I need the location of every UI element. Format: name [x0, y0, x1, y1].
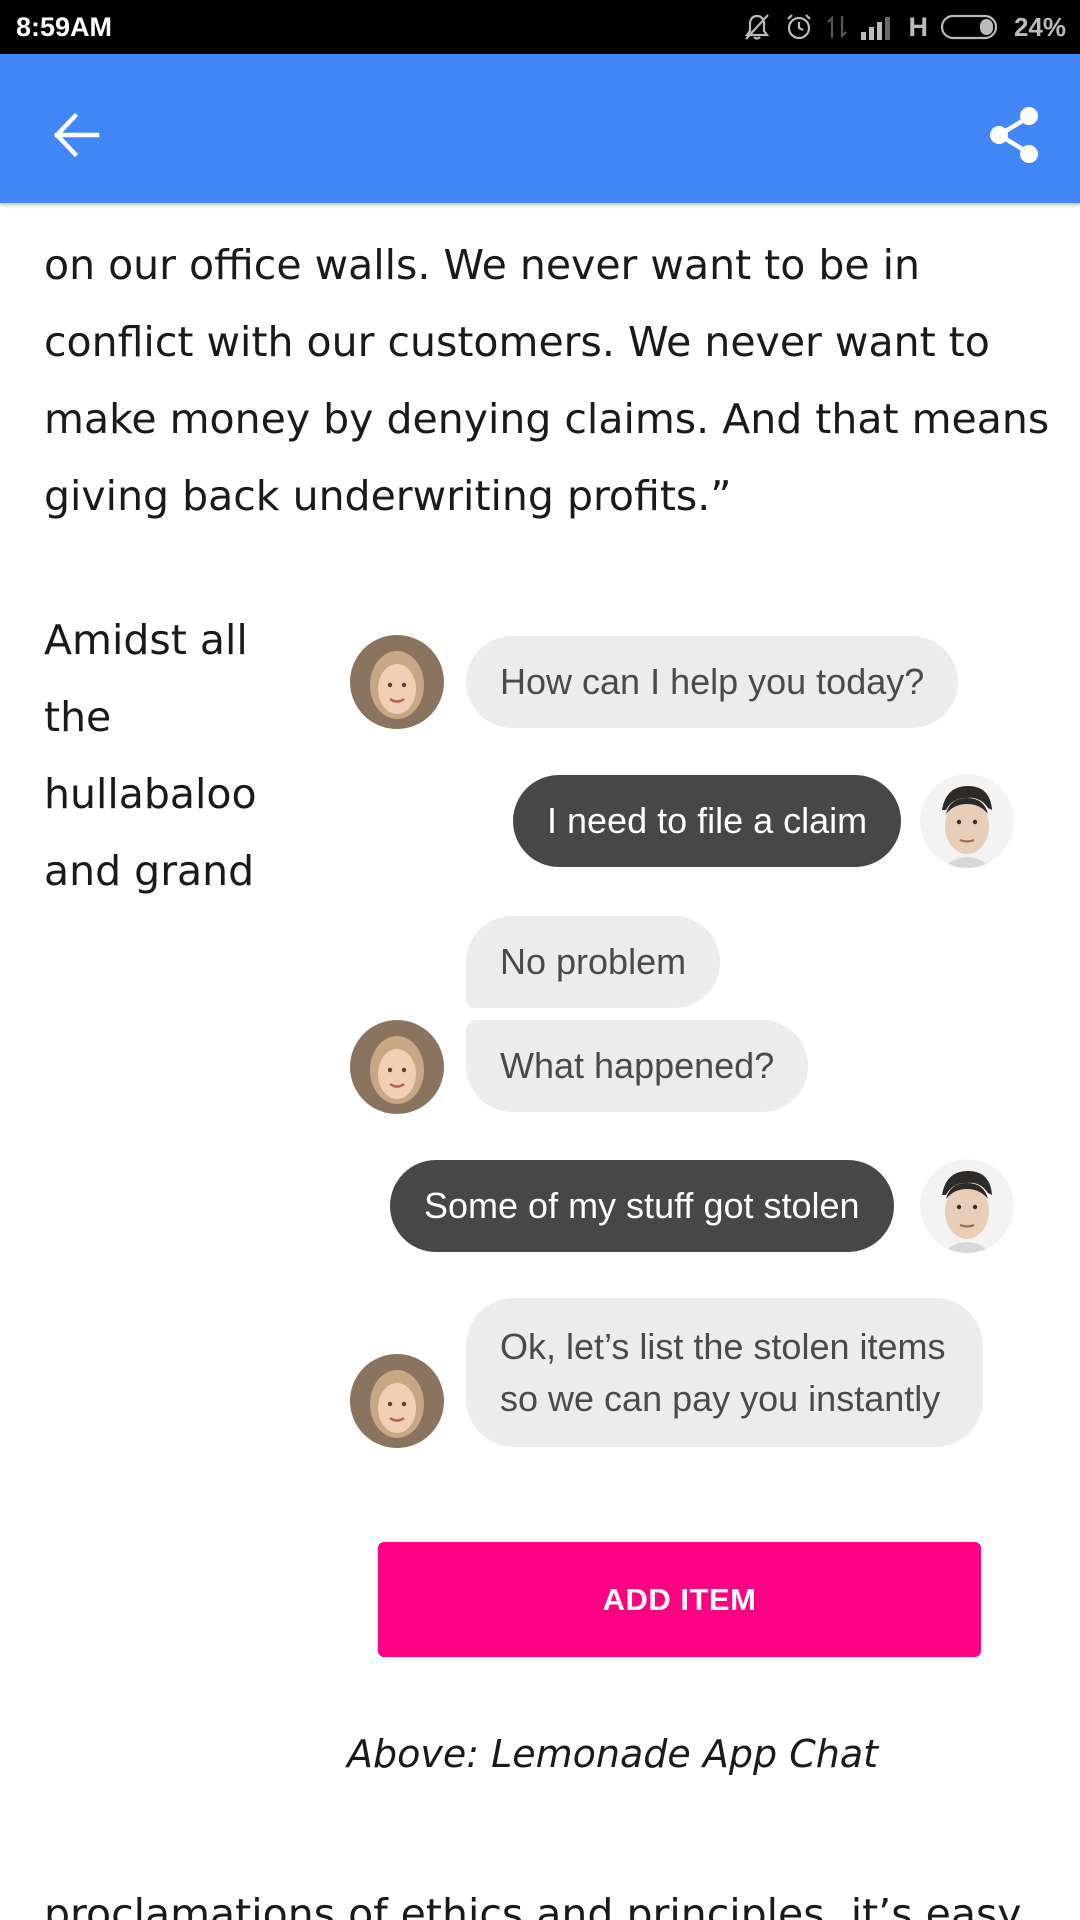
- article-paragraph: sentence like a mantra and have it embla…: [44, 150, 1050, 535]
- bot-avatar: [350, 1354, 444, 1448]
- woman-avatar-icon: [350, 635, 444, 729]
- man-avatar-icon: [920, 1159, 1014, 1253]
- article-paragraph-wrapped: Amidst all the hullabaloo and grand: [44, 602, 284, 910]
- alarm-icon: [784, 12, 814, 42]
- paragraph-line: conflict with our customers. We never wa…: [44, 318, 990, 366]
- chat-bubble-user: Some of my stuff got stolen: [390, 1160, 894, 1252]
- paragraph-line: on our office walls. We never want to be…: [44, 241, 921, 289]
- man-avatar-icon: [920, 774, 1014, 868]
- data-transfer-icon: [826, 12, 848, 42]
- arrow-back-icon: [53, 112, 100, 158]
- back-button[interactable]: [40, 99, 112, 171]
- chat-bubble-line: Ok, let’s list the stolen items: [500, 1325, 946, 1367]
- status-time: 8:59AM: [16, 12, 113, 42]
- bot-avatar: [350, 635, 444, 729]
- share-icon: [990, 107, 1038, 163]
- user-avatar: [920, 1159, 1014, 1253]
- paragraph-line: the: [44, 693, 112, 741]
- chat-bubble-bot: How can I help you today?: [466, 636, 959, 728]
- notifications-off-icon: [742, 12, 772, 42]
- article-content: sentence like a mantra and have it embla…: [0, 0, 1080, 1920]
- network-type: H: [908, 11, 928, 42]
- chat-bubble-bot: No problem: [466, 916, 721, 1008]
- bot-avatar: [350, 1020, 444, 1114]
- paragraph-line: Amidst all: [44, 616, 248, 664]
- add-item-button: ADD ITEM: [378, 1542, 981, 1657]
- paragraph-line: make money by denying claims. And that m…: [44, 395, 1050, 443]
- article-paragraph: proclamations of ethics and principles, …: [44, 1890, 1022, 1920]
- app-bar: [0, 54, 1080, 203]
- share-button[interactable]: [978, 99, 1050, 171]
- chat-bubble-line: so we can pay you instantly: [500, 1377, 941, 1419]
- signal-icon: [860, 14, 896, 40]
- chat-bubble-user: I need to file a claim: [513, 775, 902, 867]
- paragraph-line: and grand: [44, 847, 255, 895]
- status-bar: 8:59AM H 24%: [0, 0, 1080, 54]
- battery-icon: [940, 13, 1002, 41]
- user-avatar: [920, 774, 1014, 868]
- woman-avatar-icon: [350, 1020, 444, 1114]
- woman-avatar-icon: [350, 1354, 444, 1448]
- paragraph-line: hullabaloo: [44, 770, 257, 818]
- paragraph-line: giving back underwriting profits.”: [44, 472, 732, 520]
- chat-bubble-bot-multiline: Ok, let’s list the stolen items so we ca…: [466, 1298, 983, 1447]
- battery-level: 24%: [1013, 11, 1066, 42]
- image-caption: Above: Lemonade App Chat: [347, 1732, 878, 1776]
- status-icons: H 24%: [742, 10, 1066, 44]
- chat-bubble-bot: What happened?: [466, 1020, 809, 1112]
